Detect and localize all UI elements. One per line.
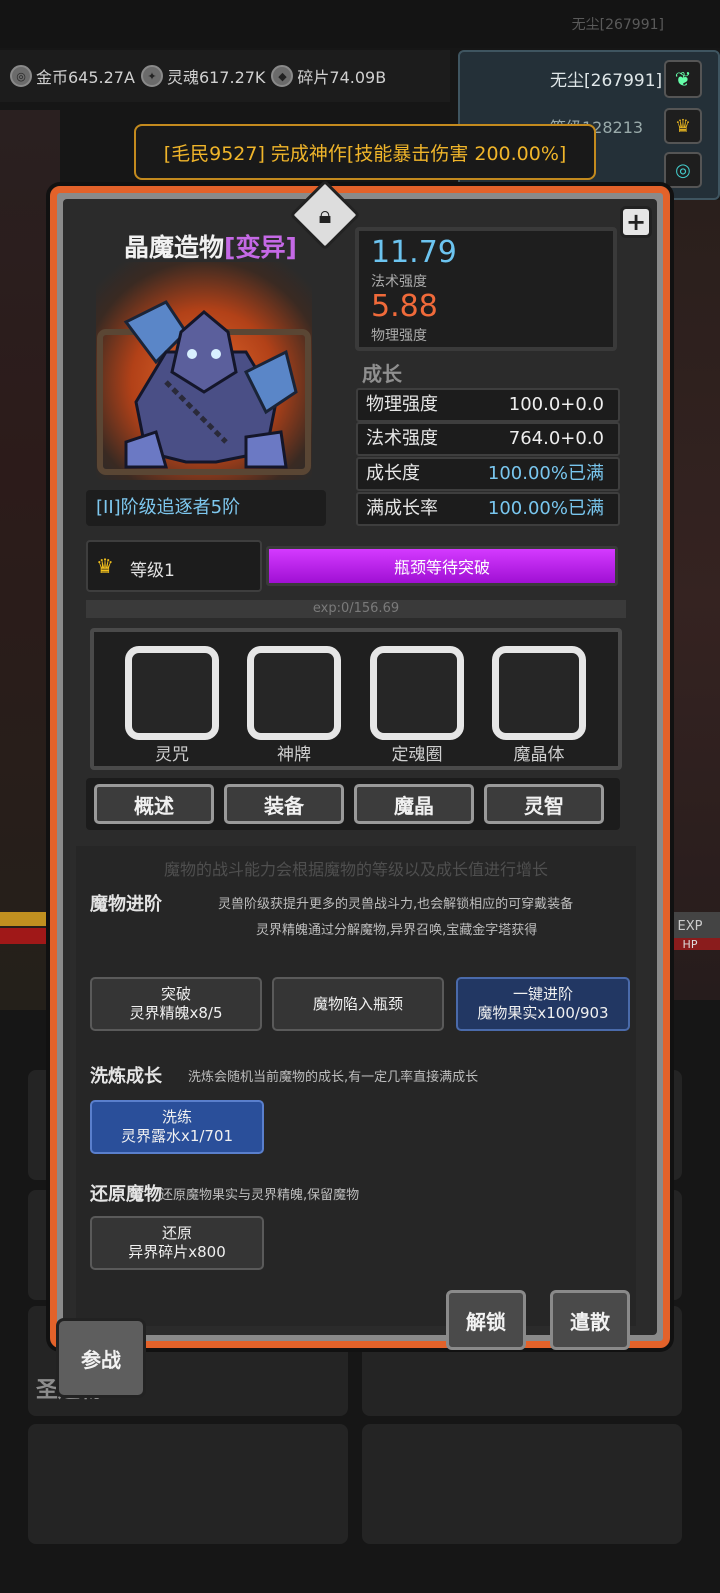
stat-label: 成长度 xyxy=(366,463,420,484)
tab-crystal[interactable]: 魔晶 xyxy=(354,784,474,824)
currency-soul: ✦ 灵魂617.27K xyxy=(140,64,265,88)
advance-source: 灵界精魄通过分解魔物,异界召唤,宝藏金字塔获得 xyxy=(256,923,538,938)
expand-button[interactable]: + xyxy=(620,206,652,238)
refine-desc: 洗炼会随机当前魔物的成长,有一定几率直接满成长 xyxy=(188,1070,479,1085)
crystal-golem-image xyxy=(97,300,311,475)
leaf-icon[interactable]: ❦ xyxy=(664,60,702,98)
advance-desc: 灵兽阶级获提升更多的灵兽战斗力,也会解锁相应的可穿戴装备 xyxy=(218,897,574,912)
overview-hint: 魔物的战斗能力会根据魔物的等级以及成长值进行增长 xyxy=(163,860,548,879)
physical-power-label: 物理强度 xyxy=(371,328,427,344)
coin-icon: ◎ xyxy=(10,65,32,87)
tab-equipment[interactable]: 装备 xyxy=(224,784,344,824)
slot-divine-card[interactable] xyxy=(247,646,341,740)
exp-progress: exp:0/156.69 xyxy=(86,600,626,618)
bottleneck-button[interactable]: 魔物陷入瓶颈 xyxy=(272,977,444,1031)
refine-title: 洗炼成长 xyxy=(90,1066,162,1087)
stat-row-physical: 物理强度 100.0+0.0 xyxy=(356,388,620,422)
physical-power-value: 5.88 xyxy=(371,289,438,324)
equipment-slots: 灵咒 神牌 定魂圈 魔晶体 xyxy=(90,628,622,770)
slot-crystal[interactable] xyxy=(492,646,586,740)
soul-icon: ✦ xyxy=(140,65,163,87)
slot-label: 神牌 xyxy=(277,745,311,765)
one-click-advance-button[interactable]: 一键进阶 魔物果实x100/903 xyxy=(456,977,630,1031)
currency-gold: ◎ 金币645.27A xyxy=(10,64,135,88)
monster-name: 晶魔造物[变异] xyxy=(124,228,297,264)
restore-desc: 还原魔物果实与灵界精魄,保留魔物 xyxy=(160,1188,360,1203)
stat-label: 满成长率 xyxy=(366,498,438,519)
dismiss-button[interactable]: 遣散 xyxy=(550,1290,630,1350)
crown-icon[interactable]: ♛ xyxy=(664,108,702,144)
advance-title: 魔物进阶 xyxy=(90,894,162,915)
magic-power-value: 11.79 xyxy=(371,235,457,270)
monster-portrait xyxy=(96,262,312,480)
bottleneck-bar[interactable]: 瓶颈等待突破 xyxy=(266,546,618,586)
tab-intellect[interactable]: 灵智 xyxy=(484,784,604,824)
rank-label: [II]阶级追逐者5阶 xyxy=(86,490,326,526)
crown-icon: ♛ xyxy=(96,554,114,578)
mutation-tag: [变异] xyxy=(224,233,297,262)
stat-row-growth: 成长度 100.00%已满 xyxy=(356,457,620,491)
unlock-button[interactable]: 解锁 xyxy=(446,1290,526,1350)
restore-button[interactable]: 还原 异界碎片x800 xyxy=(90,1216,264,1270)
slot-label: 灵咒 xyxy=(155,745,189,765)
monster-name-text: 晶魔造物 xyxy=(124,233,225,262)
slot-label: 定魂圈 xyxy=(391,745,443,765)
stat-value: 100.0+0.0 xyxy=(508,394,604,415)
stat-row-max-growth: 满成长率 100.00%已满 xyxy=(356,492,620,526)
battle-button[interactable]: 参战 xyxy=(56,1318,146,1398)
restore-title: 还原魔物 xyxy=(90,1184,162,1205)
tab-overview[interactable]: 概述 xyxy=(94,784,214,824)
stat-row-magic: 法术强度 764.0+0.0 xyxy=(356,422,620,456)
player-id-top: 无尘[267991] xyxy=(571,17,664,33)
breakthrough-button[interactable]: 突破 灵界精魄x8/5 xyxy=(90,977,262,1031)
stat-value: 100.00%已满 xyxy=(487,463,604,484)
tab-bar: 概述 装备 魔晶 灵智 xyxy=(86,778,620,830)
broadcast-notification: [毛民9527] 完成神作[技能暴击伤害 200.00%] xyxy=(134,124,596,180)
background-card xyxy=(362,1424,682,1544)
currency-bar: ◎ 金币645.27A ✦ 灵魂617.27K ◆ 碎片74.09B xyxy=(0,50,450,102)
magic-power-label: 法术强度 xyxy=(371,274,427,290)
level-text: 等级1 xyxy=(130,561,175,581)
stat-value: 100.00%已满 xyxy=(487,498,604,519)
background-card xyxy=(28,1424,348,1544)
swirl-icon[interactable]: ◎ xyxy=(664,152,702,188)
stat-value: 764.0+0.0 xyxy=(508,428,604,449)
growth-title: 成长 xyxy=(362,362,402,386)
slot-soul-ring[interactable] xyxy=(370,646,464,740)
currency-shard: ◆ 碎片74.09B xyxy=(271,64,386,88)
level-box: ♛ 等级1 xyxy=(86,540,262,592)
lock-icon[interactable]: 🔒︎ xyxy=(310,196,340,234)
shard-icon: ◆ xyxy=(271,65,294,87)
slot-curse[interactable] xyxy=(125,646,219,740)
power-summary: 11.79 法术强度 5.88 物理强度 xyxy=(355,227,617,351)
player-name: 无尘[267991] xyxy=(550,71,663,91)
slot-label: 魔晶体 xyxy=(513,745,565,765)
stat-label: 法术强度 xyxy=(366,428,438,449)
refine-button[interactable]: 洗练 灵界露水x1/701 xyxy=(90,1100,264,1154)
stat-label: 物理强度 xyxy=(366,394,438,415)
